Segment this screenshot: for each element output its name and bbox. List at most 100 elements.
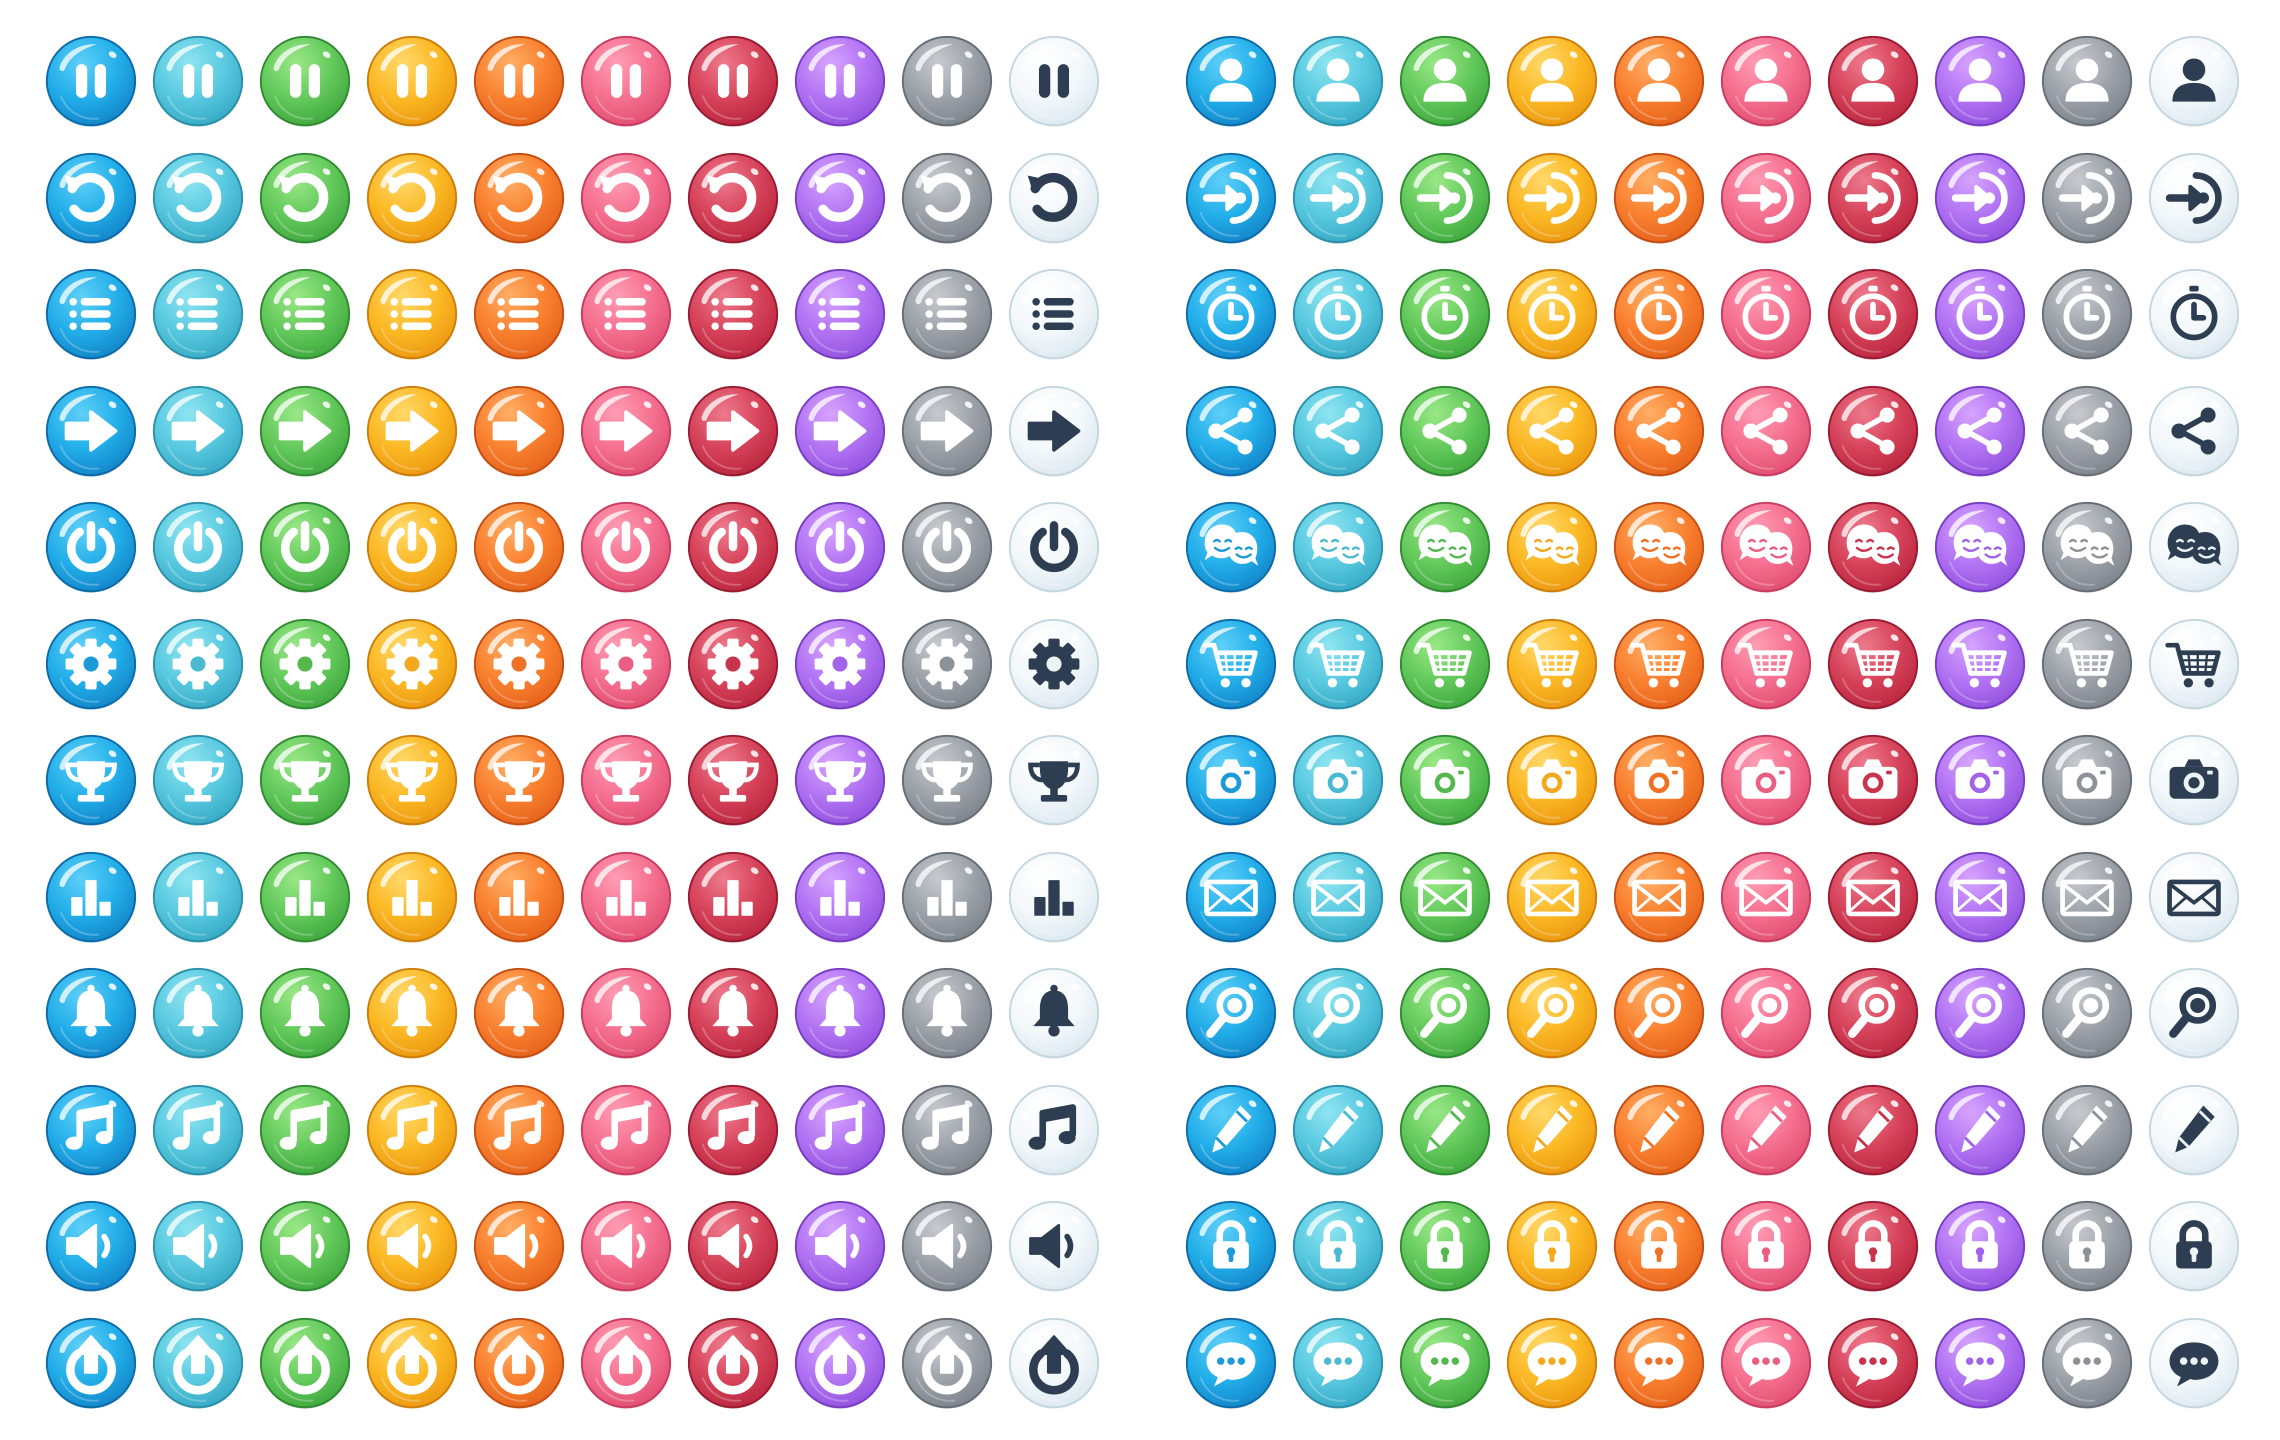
restart-button-green[interactable] bbox=[258, 151, 352, 245]
lock-button-green[interactable] bbox=[1398, 1199, 1492, 1293]
power-button-green[interactable] bbox=[258, 500, 352, 594]
settings-button-gray[interactable] bbox=[900, 617, 994, 711]
timer-button-crimson[interactable] bbox=[1826, 267, 1920, 361]
upload-button-purple[interactable] bbox=[793, 1316, 887, 1410]
edit-button-white[interactable] bbox=[2147, 1083, 2241, 1177]
settings-button-blue[interactable] bbox=[44, 617, 138, 711]
settings-button-purple[interactable] bbox=[793, 617, 887, 711]
trophy-button-green[interactable] bbox=[258, 733, 352, 827]
timer-button-blue[interactable] bbox=[1184, 267, 1278, 361]
edit-button-orange[interactable] bbox=[1612, 1083, 1706, 1177]
share-button-crimson[interactable] bbox=[1826, 384, 1920, 478]
profile-button-purple[interactable] bbox=[1933, 34, 2027, 128]
upload-button-gray[interactable] bbox=[900, 1316, 994, 1410]
restart-button-gray[interactable] bbox=[900, 151, 994, 245]
settings-button-crimson[interactable] bbox=[686, 617, 780, 711]
shop-button-blue[interactable] bbox=[1184, 617, 1278, 711]
edit-button-crimson[interactable] bbox=[1826, 1083, 1920, 1177]
mail-button-gray[interactable] bbox=[2040, 850, 2134, 944]
share-button-yellow[interactable] bbox=[1505, 384, 1599, 478]
friends-button-orange[interactable] bbox=[1612, 500, 1706, 594]
friends-button-yellow[interactable] bbox=[1505, 500, 1599, 594]
music-button-purple[interactable] bbox=[793, 1083, 887, 1177]
profile-button-cyan[interactable] bbox=[1291, 34, 1385, 128]
next-button-yellow[interactable] bbox=[365, 384, 459, 478]
leaderboard-button-orange[interactable] bbox=[472, 850, 566, 944]
search-button-cyan[interactable] bbox=[1291, 966, 1385, 1060]
restart-button-cyan[interactable] bbox=[151, 151, 245, 245]
shop-button-pink[interactable] bbox=[1719, 617, 1813, 711]
leaderboard-button-green[interactable] bbox=[258, 850, 352, 944]
camera-button-pink[interactable] bbox=[1719, 733, 1813, 827]
upload-button-crimson[interactable] bbox=[686, 1316, 780, 1410]
notification-button-gray[interactable] bbox=[900, 966, 994, 1060]
friends-button-purple[interactable] bbox=[1933, 500, 2027, 594]
shop-button-crimson[interactable] bbox=[1826, 617, 1920, 711]
sound-button-green[interactable] bbox=[258, 1199, 352, 1293]
next-button-cyan[interactable] bbox=[151, 384, 245, 478]
leaderboard-button-white[interactable] bbox=[1007, 850, 1101, 944]
music-button-yellow[interactable] bbox=[365, 1083, 459, 1177]
share-button-orange[interactable] bbox=[1612, 384, 1706, 478]
search-button-crimson[interactable] bbox=[1826, 966, 1920, 1060]
chat-button-green[interactable] bbox=[1398, 1316, 1492, 1410]
profile-button-pink[interactable] bbox=[1719, 34, 1813, 128]
profile-button-orange[interactable] bbox=[1612, 34, 1706, 128]
profile-button-yellow[interactable] bbox=[1505, 34, 1599, 128]
menu-button-blue[interactable] bbox=[44, 267, 138, 361]
next-button-white[interactable] bbox=[1007, 384, 1101, 478]
edit-button-cyan[interactable] bbox=[1291, 1083, 1385, 1177]
lock-button-orange[interactable] bbox=[1612, 1199, 1706, 1293]
pause-button-pink[interactable] bbox=[579, 34, 673, 128]
trophy-button-crimson[interactable] bbox=[686, 733, 780, 827]
restart-button-pink[interactable] bbox=[579, 151, 673, 245]
login-button-green[interactable] bbox=[1398, 151, 1492, 245]
profile-button-green[interactable] bbox=[1398, 34, 1492, 128]
restart-button-orange[interactable] bbox=[472, 151, 566, 245]
chat-button-gray[interactable] bbox=[2040, 1316, 2134, 1410]
music-button-orange[interactable] bbox=[472, 1083, 566, 1177]
leaderboard-button-purple[interactable] bbox=[793, 850, 887, 944]
chat-button-purple[interactable] bbox=[1933, 1316, 2027, 1410]
lock-button-purple[interactable] bbox=[1933, 1199, 2027, 1293]
camera-button-orange[interactable] bbox=[1612, 733, 1706, 827]
upload-button-blue[interactable] bbox=[44, 1316, 138, 1410]
shop-button-cyan[interactable] bbox=[1291, 617, 1385, 711]
lock-button-pink[interactable] bbox=[1719, 1199, 1813, 1293]
search-button-purple[interactable] bbox=[1933, 966, 2027, 1060]
chat-button-cyan[interactable] bbox=[1291, 1316, 1385, 1410]
sound-button-blue[interactable] bbox=[44, 1199, 138, 1293]
upload-button-white[interactable] bbox=[1007, 1316, 1101, 1410]
friends-button-cyan[interactable] bbox=[1291, 500, 1385, 594]
next-button-crimson[interactable] bbox=[686, 384, 780, 478]
share-button-white[interactable] bbox=[2147, 384, 2241, 478]
music-button-blue[interactable] bbox=[44, 1083, 138, 1177]
profile-button-crimson[interactable] bbox=[1826, 34, 1920, 128]
power-button-yellow[interactable] bbox=[365, 500, 459, 594]
notification-button-crimson[interactable] bbox=[686, 966, 780, 1060]
leaderboard-button-gray[interactable] bbox=[900, 850, 994, 944]
camera-button-gray[interactable] bbox=[2040, 733, 2134, 827]
menu-button-orange[interactable] bbox=[472, 267, 566, 361]
menu-button-gray[interactable] bbox=[900, 267, 994, 361]
chat-button-blue[interactable] bbox=[1184, 1316, 1278, 1410]
music-button-green[interactable] bbox=[258, 1083, 352, 1177]
leaderboard-button-pink[interactable] bbox=[579, 850, 673, 944]
trophy-button-purple[interactable] bbox=[793, 733, 887, 827]
share-button-pink[interactable] bbox=[1719, 384, 1813, 478]
timer-button-gray[interactable] bbox=[2040, 267, 2134, 361]
mail-button-orange[interactable] bbox=[1612, 850, 1706, 944]
share-button-blue[interactable] bbox=[1184, 384, 1278, 478]
settings-button-pink[interactable] bbox=[579, 617, 673, 711]
login-button-gray[interactable] bbox=[2040, 151, 2134, 245]
pause-button-blue[interactable] bbox=[44, 34, 138, 128]
shop-button-yellow[interactable] bbox=[1505, 617, 1599, 711]
menu-button-crimson[interactable] bbox=[686, 267, 780, 361]
pause-button-gray[interactable] bbox=[900, 34, 994, 128]
notification-button-purple[interactable] bbox=[793, 966, 887, 1060]
restart-button-white[interactable] bbox=[1007, 151, 1101, 245]
mail-button-yellow[interactable] bbox=[1505, 850, 1599, 944]
chat-button-orange[interactable] bbox=[1612, 1316, 1706, 1410]
restart-button-crimson[interactable] bbox=[686, 151, 780, 245]
edit-button-pink[interactable] bbox=[1719, 1083, 1813, 1177]
